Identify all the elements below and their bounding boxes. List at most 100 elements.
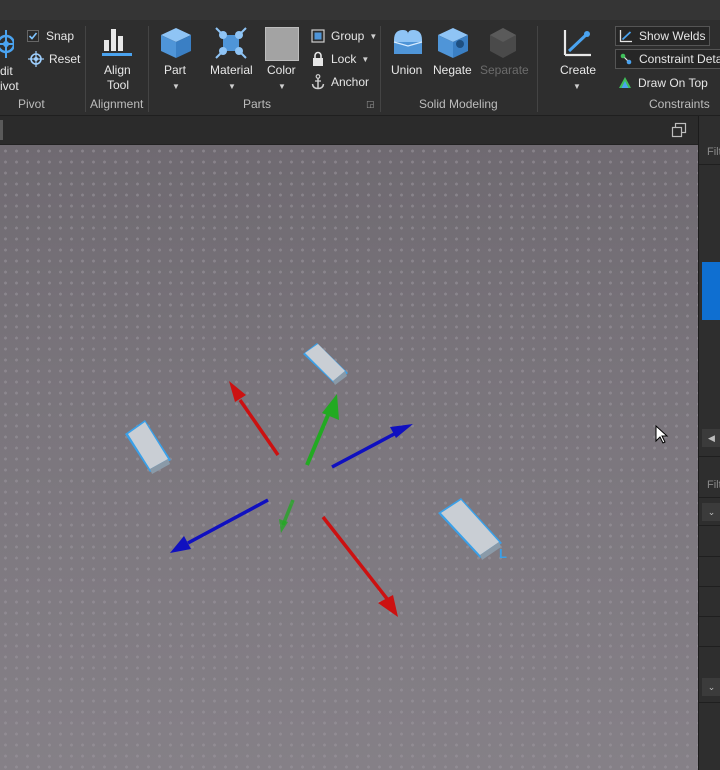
reset-icon bbox=[28, 51, 44, 67]
alignment-group-label: Alignment bbox=[90, 97, 144, 111]
show-welds-toggle[interactable]: Show Welds bbox=[615, 26, 711, 46]
reset-pivot-button[interactable]: Reset bbox=[28, 50, 80, 68]
edit-pivot-button[interactable]: dit ivot bbox=[0, 28, 22, 94]
draw-on-top-icon bbox=[617, 75, 633, 91]
material-icon bbox=[215, 27, 247, 59]
divider bbox=[699, 164, 720, 165]
part-cube-icon bbox=[161, 28, 191, 58]
show-welds-label: Show Welds bbox=[639, 29, 706, 43]
divider bbox=[699, 497, 720, 498]
align-tool-button[interactable]: Align Tool bbox=[96, 26, 138, 92]
material-button[interactable]: Material ▼ bbox=[209, 26, 255, 94]
ribbon-separator bbox=[85, 26, 86, 112]
solid-modeling-group-label: Solid Modeling bbox=[419, 97, 498, 111]
create-constraint-icon bbox=[563, 30, 591, 57]
anchor-button[interactable]: Anchor bbox=[310, 73, 369, 91]
viewport-scene: L bbox=[125, 343, 507, 617]
show-welds-icon bbox=[618, 28, 634, 44]
collapse-left-icon[interactable]: ◀ bbox=[702, 429, 720, 447]
constraint-details-label: Constraint Detai bbox=[639, 52, 720, 66]
divider bbox=[699, 456, 720, 457]
anchor-label: Anchor bbox=[331, 75, 370, 89]
selected-explorer-row[interactable] bbox=[702, 262, 720, 320]
part-left[interactable] bbox=[125, 420, 171, 474]
pivot-group-label: Pivot bbox=[18, 97, 45, 111]
chevron-down-icon: ▼ bbox=[278, 82, 286, 91]
color-label: Color bbox=[267, 63, 296, 77]
negate-label: Negate bbox=[433, 63, 472, 77]
draw-on-top-toggle[interactable]: Draw On Top bbox=[617, 74, 708, 92]
3d-viewport[interactable]: L bbox=[0, 145, 698, 770]
part-button[interactable]: Part ▼ bbox=[158, 26, 194, 94]
ribbon-separator bbox=[380, 26, 381, 112]
color-swatch bbox=[265, 27, 299, 61]
separate-icon bbox=[490, 28, 516, 58]
separate-label: Separate bbox=[480, 63, 529, 77]
axis-z-positive-arrow[interactable] bbox=[331, 424, 413, 469]
ribbon: dit ivot Snap Reset Pivot Align Tool Ali… bbox=[0, 20, 720, 116]
expand-corner-icon[interactable]: ◲ bbox=[366, 99, 375, 110]
edit-pivot-label-line1: dit bbox=[0, 64, 13, 78]
divider bbox=[699, 702, 720, 703]
align-tool-label-line2: Tool bbox=[107, 78, 130, 92]
draw-on-top-label: Draw On Top bbox=[638, 76, 708, 90]
constraint-details-icon bbox=[618, 51, 634, 67]
axis-x-positive-arrow[interactable] bbox=[321, 515, 398, 617]
edit-pivot-icon bbox=[0, 30, 14, 58]
part-right-selected[interactable] bbox=[438, 498, 502, 560]
union-label: Union bbox=[391, 63, 423, 77]
axis-x-negative-arrow[interactable] bbox=[229, 381, 280, 456]
color-button[interactable]: Color ▼ bbox=[264, 26, 300, 94]
edit-pivot-label-line2: ivot bbox=[0, 79, 19, 93]
parts-group-label: Parts bbox=[243, 97, 272, 111]
viewport-tab-bar bbox=[0, 116, 698, 145]
divider bbox=[699, 525, 720, 526]
mouse-cursor-icon bbox=[655, 425, 669, 444]
separate-button: Separate bbox=[479, 26, 529, 92]
divider bbox=[699, 646, 720, 647]
lock-button[interactable]: Lock ▼ bbox=[310, 50, 369, 68]
chevron-down-icon: ▼ bbox=[172, 82, 180, 91]
constraint-details-toggle[interactable]: Constraint Detai bbox=[615, 49, 720, 69]
ribbon-separator bbox=[148, 26, 149, 112]
group-icon bbox=[310, 28, 326, 44]
chevron-down-icon: ▼ bbox=[228, 82, 236, 91]
divider bbox=[699, 586, 720, 587]
chevron-down-icon: ▼ bbox=[361, 54, 370, 64]
negate-icon bbox=[438, 28, 468, 58]
chevron-down-icon[interactable]: ⌄ bbox=[702, 503, 720, 521]
chevron-down-icon: ▼ bbox=[369, 31, 378, 41]
group-label: Group bbox=[331, 29, 365, 43]
chevron-down-icon: ▼ bbox=[573, 82, 581, 91]
title-strip bbox=[0, 0, 720, 20]
union-button[interactable]: Union bbox=[389, 26, 427, 92]
lock-icon bbox=[310, 51, 326, 67]
reset-label: Reset bbox=[49, 52, 81, 66]
part-top[interactable] bbox=[303, 343, 348, 385]
divider bbox=[699, 556, 720, 557]
tab-marker bbox=[0, 120, 3, 140]
create-constraint-button[interactable]: Create ▼ bbox=[557, 26, 597, 96]
axis-y-negative-arrow[interactable] bbox=[279, 499, 295, 533]
move-gizmo[interactable] bbox=[170, 381, 413, 617]
group-button[interactable]: Group ▼ bbox=[310, 27, 377, 45]
axis-y-positive-arrow[interactable] bbox=[305, 394, 339, 466]
snap-checkbox[interactable]: Snap bbox=[25, 27, 74, 45]
align-tool-icon bbox=[102, 29, 132, 56]
part-label: Part bbox=[164, 63, 187, 77]
constraints-group-label: Constraints bbox=[649, 97, 710, 111]
snap-label: Snap bbox=[46, 29, 75, 43]
filter-input-bottom[interactable]: Filt bbox=[707, 479, 720, 491]
divider bbox=[699, 616, 720, 617]
ribbon-separator bbox=[537, 26, 538, 112]
align-tool-label-line1: Align bbox=[104, 63, 131, 77]
check-icon bbox=[25, 28, 41, 44]
chevron-down-icon[interactable]: ⌄ bbox=[702, 678, 720, 696]
right-side-panel: Filt ◀ Filt ⌄ ⌄ bbox=[698, 116, 720, 770]
filter-input-top[interactable]: Filt bbox=[707, 146, 720, 158]
restore-window-icon[interactable] bbox=[671, 122, 687, 138]
material-label: Material bbox=[210, 63, 253, 77]
negate-button[interactable]: Negate bbox=[432, 26, 474, 92]
axis-z-negative-arrow[interactable] bbox=[170, 498, 269, 553]
create-label: Create bbox=[560, 63, 597, 77]
